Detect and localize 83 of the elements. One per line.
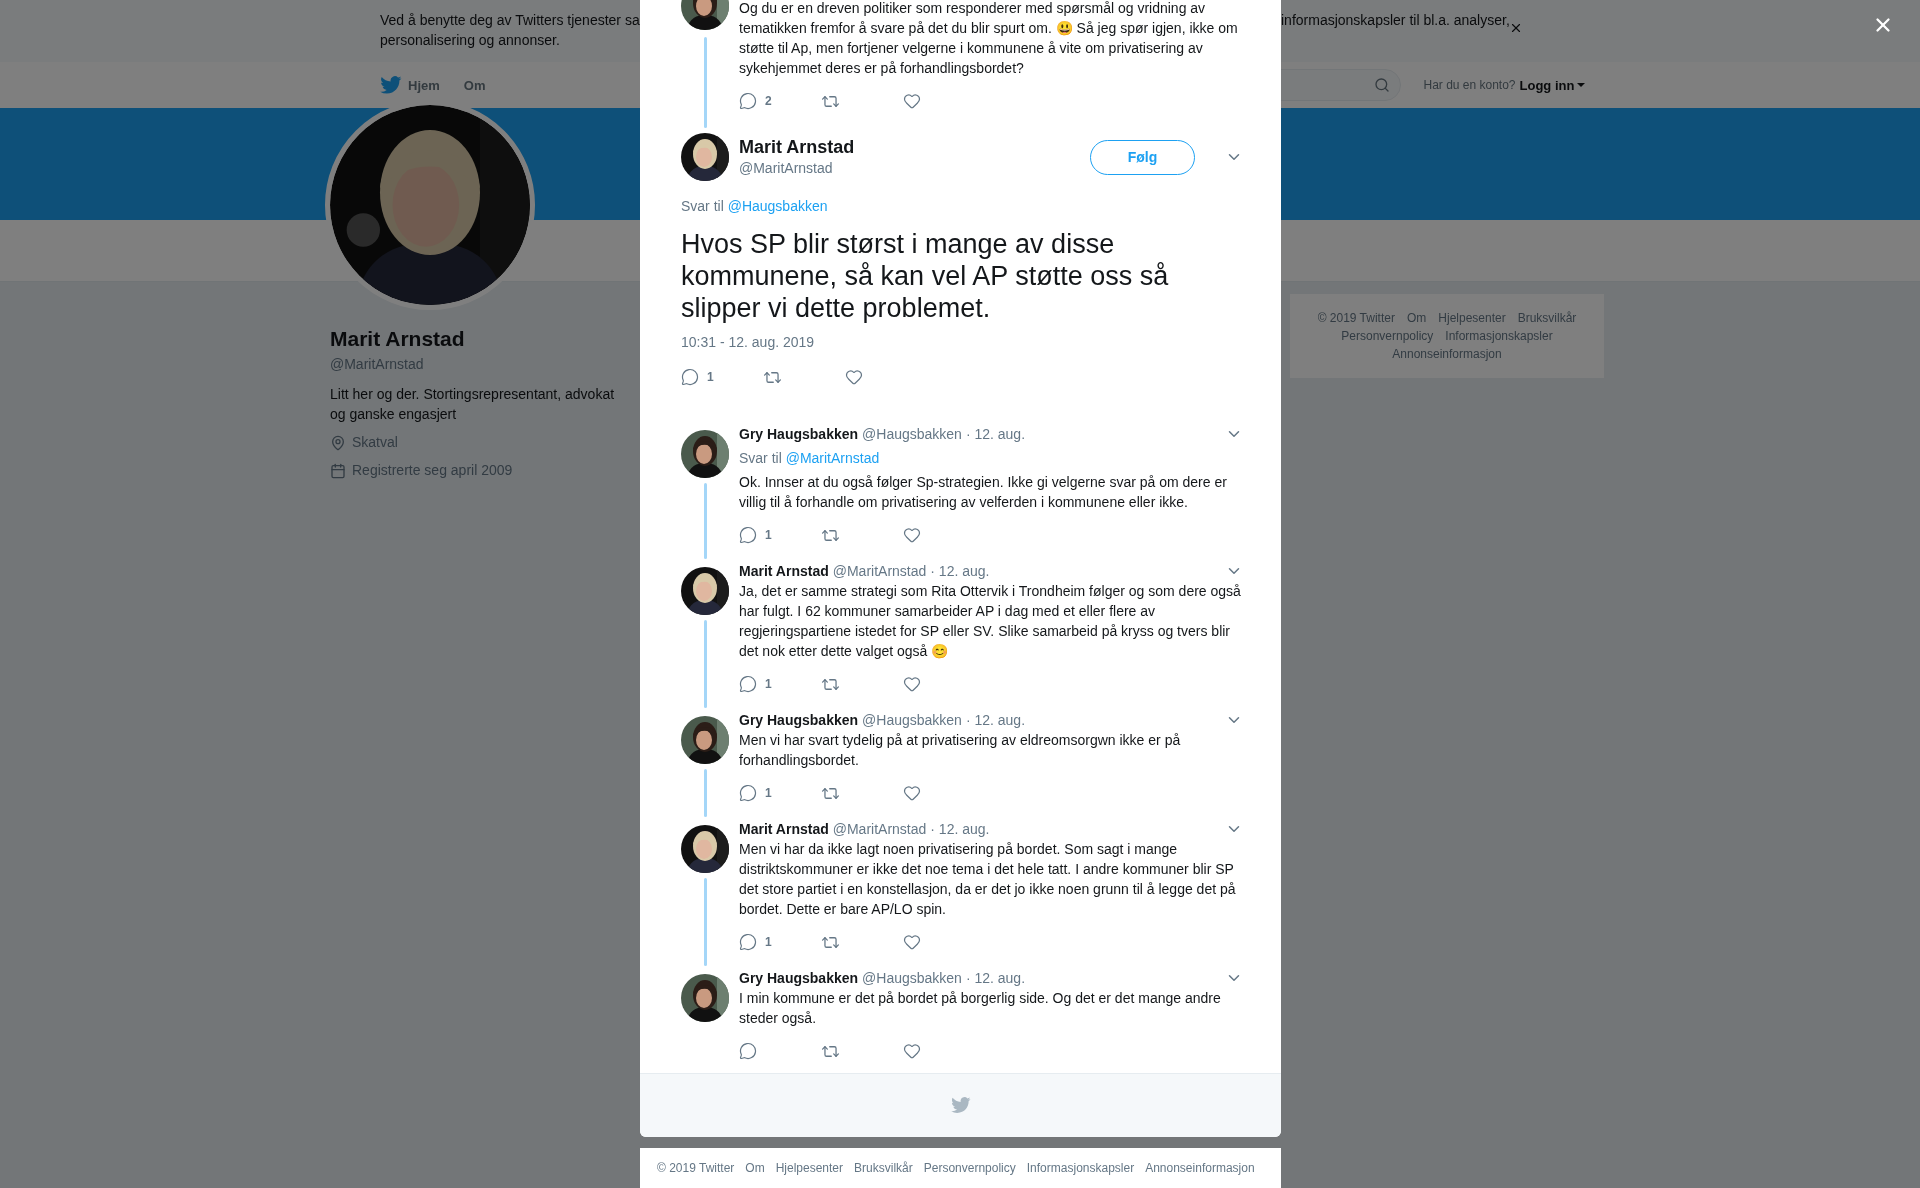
- cookie-notice-text: Ved å benytte deg av Twitters tjenester sa: [380, 11, 640, 30]
- reply-button[interactable]: 1: [739, 675, 821, 693]
- reply-icon: [739, 933, 757, 951]
- tweet-text: I min kommune er det på bordet på borgerlig side. Og det er det mange andre steder også.: [739, 989, 1222, 1028]
- nav-link[interactable]: Om: [463, 77, 486, 93]
- profile-location: Skatval: [352, 433, 398, 452]
- author-handle: @MaritArnstad: [739, 159, 834, 178]
- profile-name: Marit Arnstad: [330, 326, 466, 352]
- tweet-text: Og du er en dreven politiker som responderer med spørsmål og vridning av tematikken fremfor å svare på det du blir spurt om. 😃 Så jeg spør igjen, ikke om støtte til Ap, men fortjener velgerne i kommunene å vite om privatisering av sykehjemmet deres er på forhandlingsbordet?: [739, 0, 1239, 78]
- nav-link[interactable]: Hjem: [380, 76, 440, 94]
- reply-button[interactable]: 1: [739, 784, 821, 802]
- reply-context: Svar til @Haugsbakken: [681, 197, 829, 216]
- cookie-notice-text: informasjonskapsler til bl.a. analyser,: [1281, 11, 1510, 30]
- footer-link[interactable]: © 2019 Twitter: [1317, 310, 1395, 326]
- footer-link[interactable]: © 2019 Twitter: [657, 1160, 735, 1176]
- tweet-text: Men vi har da ikke lagt noen privatisering på bordet. Som sagt i mange distriktskommuner er ikke det noe tema i det hele tatt. I andre kommuner blir SP det store partiet i en konstellasjon, da er det jo ikke noen grunn til å legge det på bordet. Dette er bare AP/LO spin.: [739, 840, 1237, 919]
- footer-link[interactable]: Om: [745, 1160, 765, 1176]
- search-icon: [1374, 77, 1391, 93]
- tweet-date: · 12. aug.: [965, 426, 1026, 442]
- reply-button[interactable]: 1: [681, 368, 763, 386]
- profile-handle: @MaritArnstad: [330, 355, 425, 374]
- like-icon: [845, 368, 863, 386]
- reply-icon: [739, 526, 757, 544]
- author-name: Gry Haugsbakken: [739, 970, 859, 986]
- like-icon: [903, 933, 921, 951]
- author-handle: @MaritArnstad: [832, 563, 927, 579]
- author-name: Gry Haugsbakken: [739, 426, 859, 442]
- author-name: Marit Arnstad: [739, 563, 829, 579]
- author-name: Marit Arnstad: [739, 136, 855, 158]
- mention-link[interactable]: @MaritArnstad: [785, 450, 880, 466]
- close-icon[interactable]: [1509, 21, 1523, 35]
- author-name: Gry Haugsbakken: [739, 712, 859, 728]
- like-icon: [903, 784, 921, 802]
- footer-link[interactable]: Personvernpolicy: [1341, 328, 1434, 344]
- tweet-date: · 12. aug.: [965, 712, 1026, 728]
- login-link[interactable]: Logg inn: [1519, 77, 1586, 93]
- bird-icon: [380, 76, 402, 94]
- account-prompt: Har du en konto?: [1423, 78, 1516, 92]
- tweet-text: Ok. Innser at du også følger Sp-strategien. Ikke gi velgerne svar på om dere er villig til å forhandle om privatisering av velferden i kommunene eller ikke.: [739, 473, 1228, 512]
- mention-link[interactable]: @Haugsbakken: [727, 198, 828, 214]
- tweet-text: Ja, det er samme strategi som Rita Ottervik i Trondheim følger og som dere også har fulgt. I 62 kommuner samarbeider AP i dag med et eller flere av regjeringspartiene istedet for SP eller SV. Slike samarbeid på kryss og tvers blir det nok etter dette valget også 😊: [739, 582, 1242, 661]
- author-handle: @Haugsbakken: [862, 970, 962, 986]
- author-handle: @Haugsbakken: [862, 712, 962, 728]
- calendar-icon: [330, 463, 346, 479]
- footer-link[interactable]: Annonseinformasjon: [1145, 1160, 1255, 1176]
- tweet-timestamp: 10:31 - 12. aug. 2019: [681, 333, 816, 352]
- like-icon: [903, 675, 921, 693]
- footer-link[interactable]: Hjelpesenter: [1438, 310, 1506, 326]
- reply-button[interactable]: 1: [739, 933, 821, 951]
- tweet-text: Hvos SP blir størst i mange av disse kommunene, så kan vel AP støtte oss så slipper vi dette problemet.: [681, 228, 1170, 324]
- reply-icon: [739, 92, 757, 110]
- footer-link[interactable]: Informasjonskapsler: [1026, 1160, 1135, 1176]
- like-icon: [903, 92, 921, 110]
- author-handle: @Haugsbakken: [862, 426, 962, 442]
- like-icon: [903, 1042, 921, 1060]
- tweet-date: · 12. aug.: [930, 821, 990, 837]
- thread-line: [703, 769, 707, 817]
- reply-icon: [739, 675, 757, 693]
- cookie-notice-text: personalisering og annonser.: [380, 31, 560, 50]
- location-icon: [330, 435, 346, 451]
- footer-link[interactable]: Annonseinformasjon: [1392, 346, 1502, 362]
- bird-icon: [950, 1097, 971, 1114]
- reply-icon: [739, 1042, 757, 1060]
- footer-link[interactable]: Bruksvilkår: [1517, 310, 1577, 326]
- reply-button[interactable]: 1: [739, 526, 821, 544]
- tweet-date: · 12. aug.: [965, 970, 1026, 986]
- reply-icon: [681, 368, 699, 386]
- reply-context: Svar til @MaritArnstad: [739, 449, 881, 468]
- reply-icon: [739, 784, 757, 802]
- author-handle: @MaritArnstad: [832, 821, 927, 837]
- footer-link[interactable]: Om: [1406, 310, 1427, 326]
- profile-bio: Litt her og der. Stortingsrepresentant, advokat og ganske engasjert: [330, 385, 616, 424]
- footer-link[interactable]: Personvernpolicy: [923, 1160, 1016, 1176]
- footer-link[interactable]: Hjelpesenter: [775, 1160, 844, 1176]
- like-icon: [903, 526, 921, 544]
- footer-link[interactable]: Informasjonskapsler: [1445, 328, 1553, 344]
- footer-link[interactable]: Bruksvilkår: [854, 1160, 913, 1176]
- profile-joined: Registrerte seg april 2009: [352, 461, 513, 480]
- author-name: Marit Arnstad: [739, 821, 829, 837]
- follow-button[interactable]: Følg: [1090, 139, 1195, 175]
- reply-button[interactable]: 2: [739, 92, 821, 110]
- tweet-date: · 12. aug.: [930, 563, 990, 579]
- tweet-text: Men vi har svart tydelig på at privatisering av eldreomsorgwn ikke er på forhandlingsbordet.: [739, 731, 1182, 770]
